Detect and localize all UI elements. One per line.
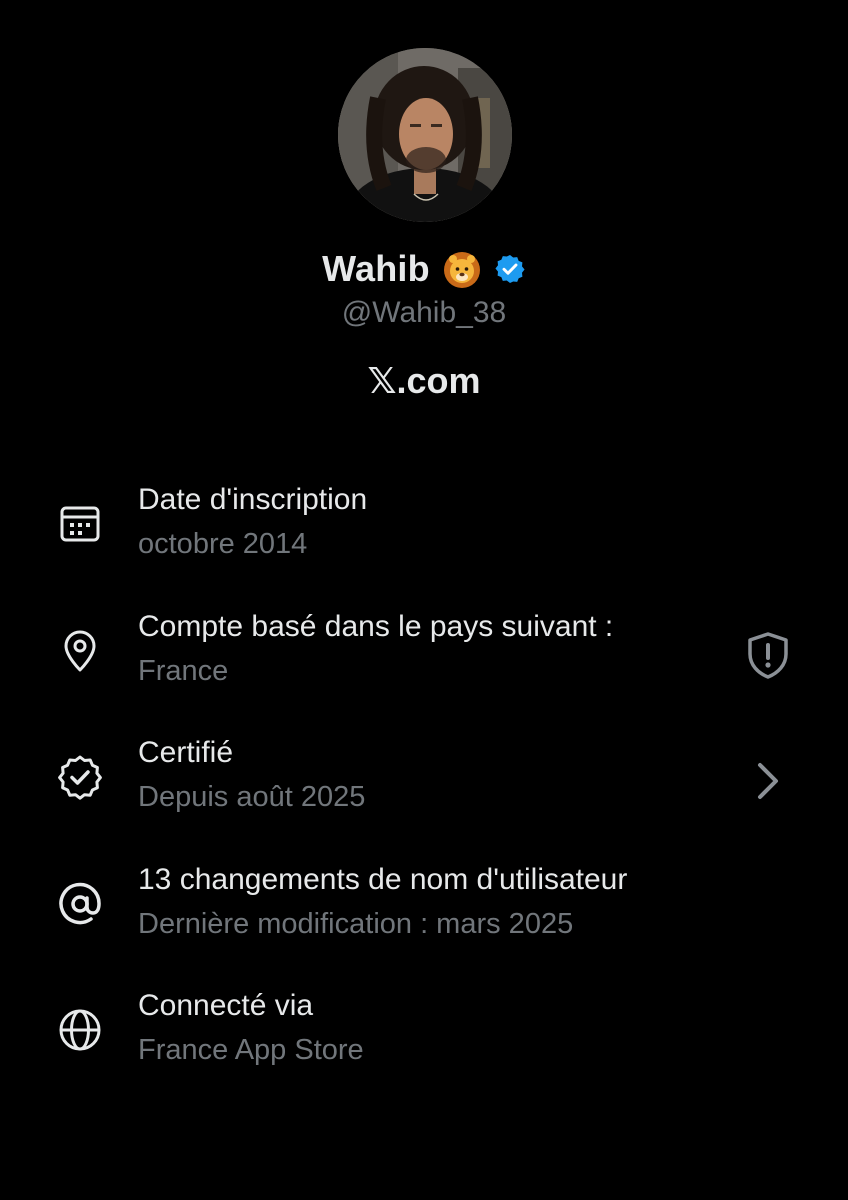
- globe-icon: [56, 1006, 104, 1054]
- info-title: Connecté via: [138, 989, 314, 1022]
- info-item-username-changes: 13 changements de nom d'utilisateur Dern…: [0, 858, 848, 968]
- platform-label: 𝕏.com: [367, 360, 481, 401]
- shield-alert-icon[interactable]: [740, 627, 796, 683]
- display-name: Wahib: [322, 248, 430, 289]
- info-subtitle: Dernière modification : mars 2025: [138, 908, 574, 940]
- name-row: Wahib: [0, 248, 848, 290]
- chevron-right-icon[interactable]: [740, 753, 796, 809]
- info-item-connected-via: Connecté via France App Store: [0, 984, 848, 1094]
- at-sign-icon: [56, 880, 104, 928]
- info-title: Date d'inscription: [138, 483, 368, 516]
- location-pin-icon: [56, 627, 104, 675]
- calendar-icon: [56, 500, 104, 548]
- info-item-account-country: Compte basé dans le pays suivant : Franc…: [0, 605, 848, 715]
- info-title: Certifié: [138, 736, 234, 769]
- info-item-join-date: Date d'inscription octobre 2014: [0, 478, 848, 588]
- verified-badge-icon[interactable]: [494, 253, 526, 285]
- info-subtitle: France: [138, 655, 229, 687]
- info-item-verified[interactable]: Certifié Depuis août 2025: [0, 731, 848, 841]
- lion-face-icon: [442, 249, 482, 289]
- info-subtitle: octobre 2014: [138, 528, 308, 560]
- info-subtitle: France App Store: [138, 1034, 364, 1066]
- username-handle: @Wahib_38: [341, 296, 507, 329]
- info-title: 13 changements de nom d'utilisateur: [138, 863, 628, 896]
- info-subtitle: Depuis août 2025: [138, 781, 366, 813]
- avatar[interactable]: [338, 48, 512, 222]
- info-title: Compte basé dans le pays suivant :: [138, 610, 614, 643]
- verified-badge-outline-icon: [56, 753, 104, 801]
